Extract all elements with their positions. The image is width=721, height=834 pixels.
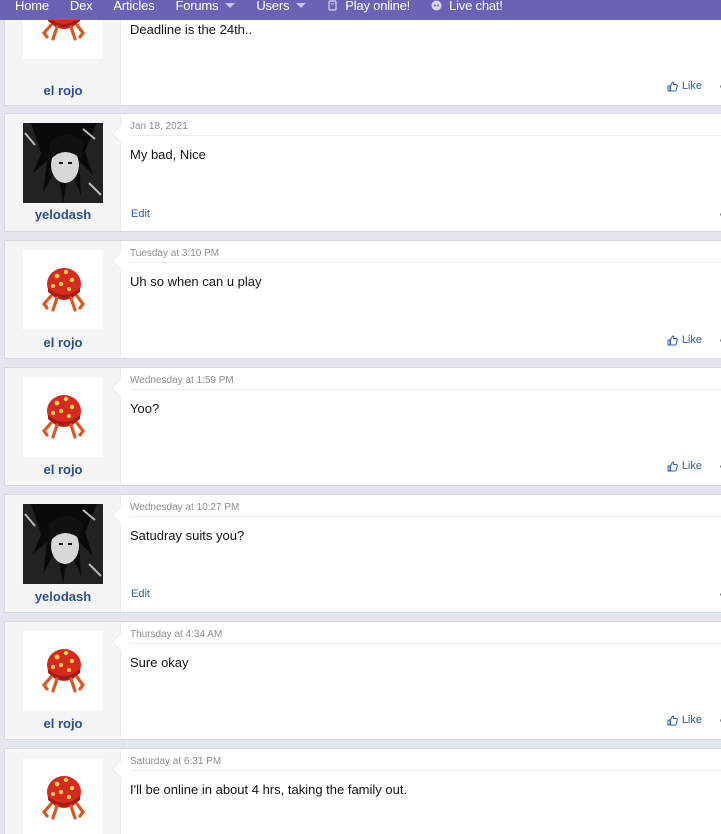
nav-play-online[interactable]: Play online!: [327, 0, 410, 13]
user-cell: [5, 749, 121, 834]
message-body: Satudray suits you?: [130, 528, 245, 543]
message-content: Tuesday at 3:10 PM Uh so when can u play…: [111, 241, 721, 358]
message: yelodash Wednesday at 10:27 PM Satudray …: [4, 494, 721, 613]
avatar[interactable]: [23, 758, 103, 834]
discord-icon: [431, 0, 442, 11]
nav-articles-label: Articles: [113, 0, 155, 13]
like-label: Like: [681, 714, 702, 726]
divider: [130, 135, 721, 136]
message-body: Uh so when can u play: [130, 274, 262, 289]
thumbs-up-icon: [667, 460, 678, 471]
dark-haired-character-avatar: [23, 123, 103, 203]
dark-haired-character-avatar: [23, 504, 103, 584]
avatar[interactable]: [23, 504, 103, 584]
game-controller-icon: [327, 0, 338, 11]
mushroom-crab-avatar: [41, 268, 85, 312]
message: el rojo Tuesday at 3:10 PM Uh so when ca…: [4, 240, 721, 359]
message-content: Wednesday at 10:27 PM Satudray suits you…: [111, 495, 721, 612]
message-body: Sure okay: [130, 655, 189, 670]
avatar[interactable]: [23, 377, 103, 457]
divider: [130, 516, 721, 517]
message-date[interactable]: Saturday at 6:31 PM: [130, 756, 221, 767]
like-label: Like: [681, 334, 702, 346]
divider: [130, 389, 721, 390]
message: el rojo Wednesday at 1:59 PM Yoo? Like: [4, 367, 721, 486]
username[interactable]: el rojo: [5, 335, 121, 350]
message-body: Deadline is the 24th..: [130, 22, 253, 37]
username[interactable]: yelodash: [5, 589, 121, 604]
nav-forums-label: Forums: [175, 0, 219, 13]
user-cell: yelodash: [5, 114, 121, 231]
thumbs-up-icon: [667, 80, 678, 91]
nav-articles[interactable]: Articles: [113, 0, 154, 13]
message-body: My bad, Nice: [130, 147, 206, 162]
message-content: Wednesday at 1:59 PM Yoo? Like: [111, 368, 721, 485]
nav-home[interactable]: Home: [15, 0, 49, 13]
nav-play-online-label: Play online!: [345, 0, 411, 13]
mushroom-crab-avatar: [41, 776, 85, 820]
username[interactable]: el rojo: [5, 716, 121, 731]
mushroom-crab-avatar: [41, 649, 85, 693]
message-body: I'll be online in about 4 hrs, taking th…: [130, 782, 408, 797]
edit-link[interactable]: Edit: [131, 208, 150, 220]
like-button[interactable]: Like: [667, 714, 702, 726]
edit-link[interactable]: Edit: [131, 588, 150, 600]
message: el rojo Thursday at 4:34 AM Sure okay Li…: [4, 621, 721, 740]
nav-forums[interactable]: Forums: [175, 0, 236, 13]
chevron-down-icon[interactable]: [225, 2, 236, 8]
nav-dex-label: Dex: [69, 0, 93, 13]
message-date[interactable]: Thursday at 4:34 AM: [130, 629, 222, 640]
avatar[interactable]: [23, 250, 103, 330]
message-date[interactable]: Wednesday at 1:59 PM: [130, 375, 234, 386]
nav-live-chat[interactable]: Live chat!: [431, 0, 503, 13]
chevron-down-icon[interactable]: [296, 2, 307, 8]
nav-users[interactable]: Users: [256, 0, 307, 13]
message-date[interactable]: Jan 18, 2021: [130, 121, 188, 132]
thumbs-up-icon: [667, 714, 678, 725]
thumbs-up-icon: [667, 334, 678, 345]
message: Saturday at 6:31 PM I'll be online in ab…: [4, 748, 721, 834]
message-body: Yoo?: [130, 401, 160, 416]
mushroom-crab-avatar: [41, 395, 85, 439]
message-date[interactable]: Tuesday at 3:10 PM: [130, 248, 219, 259]
divider: [130, 262, 721, 263]
divider: [130, 643, 721, 644]
top-navbar: Home Dex Articles Forums Users Play onli…: [0, 0, 721, 20]
like-label: Like: [681, 80, 702, 92]
message-date[interactable]: Wednesday at 10:27 PM: [130, 502, 239, 513]
message: yelodash Jan 18, 2021 My bad, Nice Edit: [4, 113, 721, 232]
nav-dex[interactable]: Dex: [70, 0, 93, 13]
like-button[interactable]: Like: [667, 334, 702, 346]
avatar[interactable]: [23, 123, 103, 203]
message-content: Thursday at 4:34 AM Sure okay Like: [111, 622, 721, 739]
divider: [130, 770, 721, 771]
user-cell: el rojo: [5, 368, 121, 485]
nav-live-chat-label: Live chat!: [449, 0, 503, 13]
message-content: Jan 18, 2021 My bad, Nice Edit: [111, 114, 721, 231]
nav-users-label: Users: [256, 0, 290, 13]
like-button[interactable]: Like: [667, 460, 702, 472]
message-content: Saturday at 6:31 PM I'll be online in ab…: [111, 749, 721, 834]
username[interactable]: el rojo: [5, 83, 121, 98]
nav-home-label: Home: [15, 0, 49, 13]
like-label: Like: [681, 460, 702, 472]
username[interactable]: yelodash: [5, 207, 121, 222]
username[interactable]: el rojo: [5, 462, 121, 477]
user-cell: yelodash: [5, 495, 121, 612]
user-cell: el rojo: [5, 241, 121, 358]
like-button[interactable]: Like: [667, 80, 702, 92]
avatar[interactable]: [23, 631, 103, 711]
user-cell: el rojo: [5, 622, 121, 739]
